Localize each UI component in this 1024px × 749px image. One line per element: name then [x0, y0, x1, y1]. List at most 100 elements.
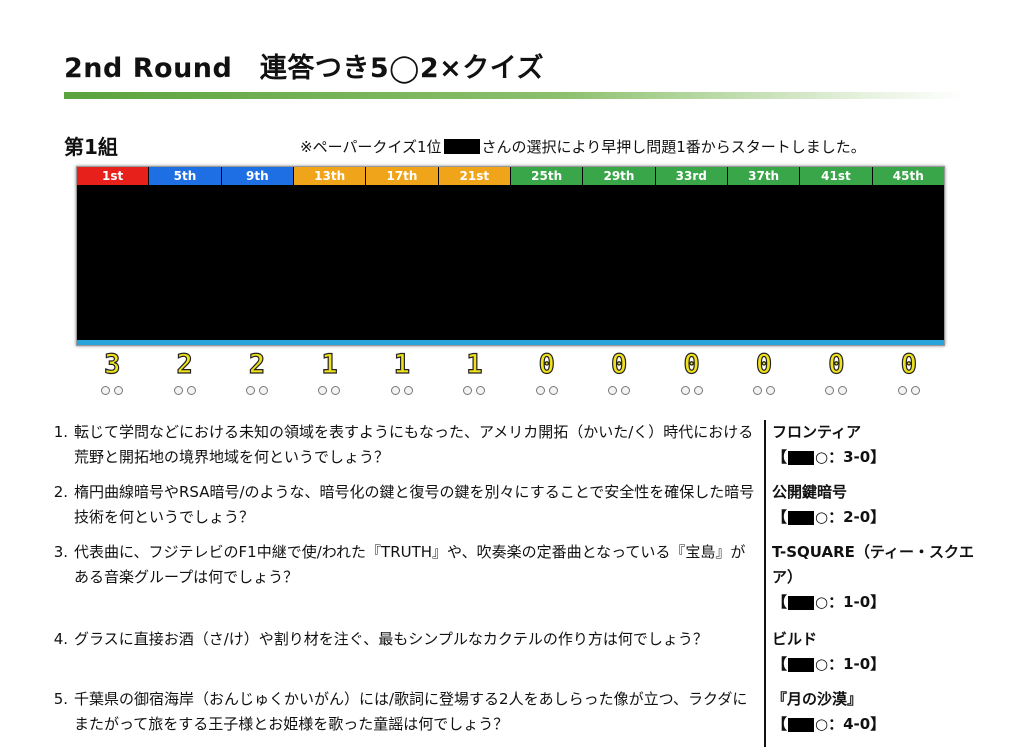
- page-title: 2nd Round 連答つき5◯2×クイズ: [64, 53, 544, 84]
- result-open-bracket: 【: [772, 448, 788, 466]
- miss-dot: [838, 386, 848, 395]
- redacted-name: [788, 510, 815, 525]
- question-cell: 3. 代表曲に、フジテレビのF1中継で使/われた『TRUTH』や、吹奏楽の定番曲と…: [40, 540, 764, 627]
- miss-dot: [463, 386, 473, 395]
- question-cell: 1. 転じて学問などにおける未知の領域を表すようにもなった、アメリカ開拓（かいた/…: [40, 420, 764, 480]
- answer-text: T-SQUARE（ティー・スクエア）: [772, 543, 975, 586]
- miss-indicators: [800, 385, 872, 395]
- correct-count: 0: [755, 348, 773, 380]
- seat-rank-label: 17th: [366, 167, 439, 185]
- correct-count: 2: [176, 348, 193, 380]
- question-list: 1. 転じて学問などにおける未知の領域を表すようにもなった、アメリカ開拓（かいた/…: [40, 420, 1000, 747]
- correct-count: 0: [683, 348, 700, 380]
- title-underline: [64, 92, 964, 99]
- start-notice: ※ペーパークイズ1位 さんの選択により早押し問題1番からスタートしました。: [300, 136, 866, 157]
- answer-result: 【 ○：4-0】: [772, 712, 996, 737]
- question-number: 5.: [53, 690, 68, 708]
- group-label: 第1組: [64, 135, 118, 159]
- question-row: 1. 転じて学問などにおける未知の領域を表すようにもなった、アメリカ開拓（かいた/…: [40, 420, 1000, 480]
- miss-dot: [608, 386, 618, 395]
- miss-dot: [753, 386, 762, 395]
- question-text: グラスに直接お酒（さ/け）や割り材を注ぐ、最もシンプルなカクテルの作り方は何でし…: [74, 630, 708, 648]
- miss-indicators: [221, 385, 293, 395]
- result-score: ○：2-0】: [815, 508, 886, 526]
- seat-score: 2: [148, 348, 220, 399]
- question-number: 1.: [53, 423, 68, 441]
- seat-score: 1: [293, 348, 365, 399]
- question-text: 代表曲に、フジテレビのF1中継で使/われた『TRUTH』や、吹奏楽の定番曲となっ…: [74, 543, 746, 586]
- answer-cell: フロンティア【 ○：3-0】: [764, 420, 996, 480]
- miss-dot: [621, 386, 631, 395]
- correct-count: 2: [248, 348, 266, 380]
- miss-indicators: [728, 385, 800, 395]
- question-number: 3.: [53, 543, 68, 561]
- correct-count: 0: [538, 348, 555, 380]
- miss-dot: [825, 386, 835, 395]
- redacted-name: [788, 717, 815, 732]
- miss-dot: [331, 386, 341, 395]
- question-row: 2. 楕円曲線暗号やRSA暗号/のような、暗号化の鍵と復号の鍵を別々にすることで安…: [40, 480, 1000, 540]
- question-cell: 2. 楕円曲線暗号やRSA暗号/のような、暗号化の鍵と復号の鍵を別々にすることで安…: [40, 480, 764, 540]
- miss-dot: [535, 386, 545, 395]
- miss-indicators: [293, 385, 365, 395]
- answer-text: フロンティア: [772, 423, 862, 441]
- seat-score: 0: [511, 348, 583, 399]
- score-row: 3 2 2 1 1 1 0 0 0 0 0 0: [76, 348, 945, 399]
- redacted-name: [788, 595, 815, 610]
- redacted-name: [788, 450, 815, 465]
- miss-dot: [259, 386, 269, 395]
- miss-indicators: [148, 385, 220, 395]
- result-score: ○：1-0】: [815, 593, 886, 611]
- question-row: 5. 千葉県の御宿海岸（おんじゅくかいがん）には/歌詞に登場する2人をあしらった像…: [40, 687, 1000, 747]
- seat-rank-label: 21st: [438, 167, 511, 185]
- correct-count: 3: [103, 348, 121, 380]
- answer-cell: T-SQUARE（ティー・スクエア） 【 ○：1-0】: [764, 540, 996, 627]
- correct-count: 1: [466, 348, 483, 380]
- miss-dot: [548, 386, 558, 395]
- result-open-bracket: 【: [772, 593, 788, 611]
- question-text: 楕円曲線暗号やRSA暗号/のような、暗号化の鍵と復号の鍵を別々にすることで安全性…: [74, 483, 755, 526]
- question-number: 4.: [53, 630, 68, 648]
- redacted-name: [443, 139, 480, 154]
- miss-dot: [114, 386, 124, 395]
- question-text: 転じて学問などにおける未知の領域を表すようにもなった、アメリカ開拓（かいた/く）…: [74, 423, 754, 466]
- result-score: ○：4-0】: [815, 715, 886, 733]
- scoreboard-footer-bar: [77, 340, 944, 345]
- miss-indicators: [366, 385, 438, 395]
- answer-text: 公開鍵暗号: [772, 483, 848, 501]
- seat-score: 1: [438, 348, 510, 399]
- miss-dot: [390, 386, 400, 395]
- answer-result: 【 ○：2-0】: [772, 505, 996, 530]
- notice-prefix: ※ペーパークイズ1位: [300, 138, 442, 156]
- miss-indicators: [873, 385, 945, 395]
- result-open-bracket: 【: [772, 508, 788, 526]
- question-row: 3. 代表曲に、フジテレビのF1中継で使/われた『TRUTH』や、吹奏楽の定番曲と…: [40, 540, 1000, 627]
- result-score: ○：1-0】: [815, 655, 886, 673]
- miss-indicators: [438, 385, 510, 395]
- seat-rank-label: 25th: [510, 167, 584, 185]
- seat-rank-label: 13th: [293, 167, 367, 185]
- seat-score: 2: [221, 348, 293, 399]
- miss-dot: [173, 386, 183, 395]
- correct-count: 0: [610, 348, 628, 380]
- seat-rank-label: 9th: [221, 167, 294, 185]
- seat-score: 0: [800, 348, 872, 399]
- miss-indicators: [655, 385, 727, 395]
- question-row: 4. グラスに直接お酒（さ/け）や割り材を注ぐ、最もシンプルなカクテルの作り方は何…: [40, 627, 1000, 687]
- question-number: 2.: [53, 483, 68, 501]
- answer-result: 【 ○：1-0】: [772, 652, 996, 677]
- answer-cell: 公開鍵暗号【 ○：2-0】: [764, 480, 996, 540]
- seat-rank-label: 45th: [872, 167, 944, 185]
- miss-dot: [101, 386, 111, 395]
- result-score: ○：3-0】: [815, 448, 886, 466]
- miss-dot: [910, 386, 920, 395]
- miss-indicators: [76, 385, 148, 395]
- miss-dot: [897, 386, 907, 395]
- miss-dot: [246, 386, 256, 395]
- miss-dot: [693, 386, 703, 395]
- question-cell: 5. 千葉県の御宿海岸（おんじゅくかいがん）には/歌詞に登場する2人をあしらった像…: [40, 687, 764, 747]
- seat-score: 1: [366, 348, 438, 399]
- miss-dot: [680, 386, 690, 395]
- redacted-name: [788, 657, 815, 672]
- question-text: 千葉県の御宿海岸（おんじゅくかいがん）には/歌詞に登場する2人をあしらった像が立…: [74, 690, 748, 733]
